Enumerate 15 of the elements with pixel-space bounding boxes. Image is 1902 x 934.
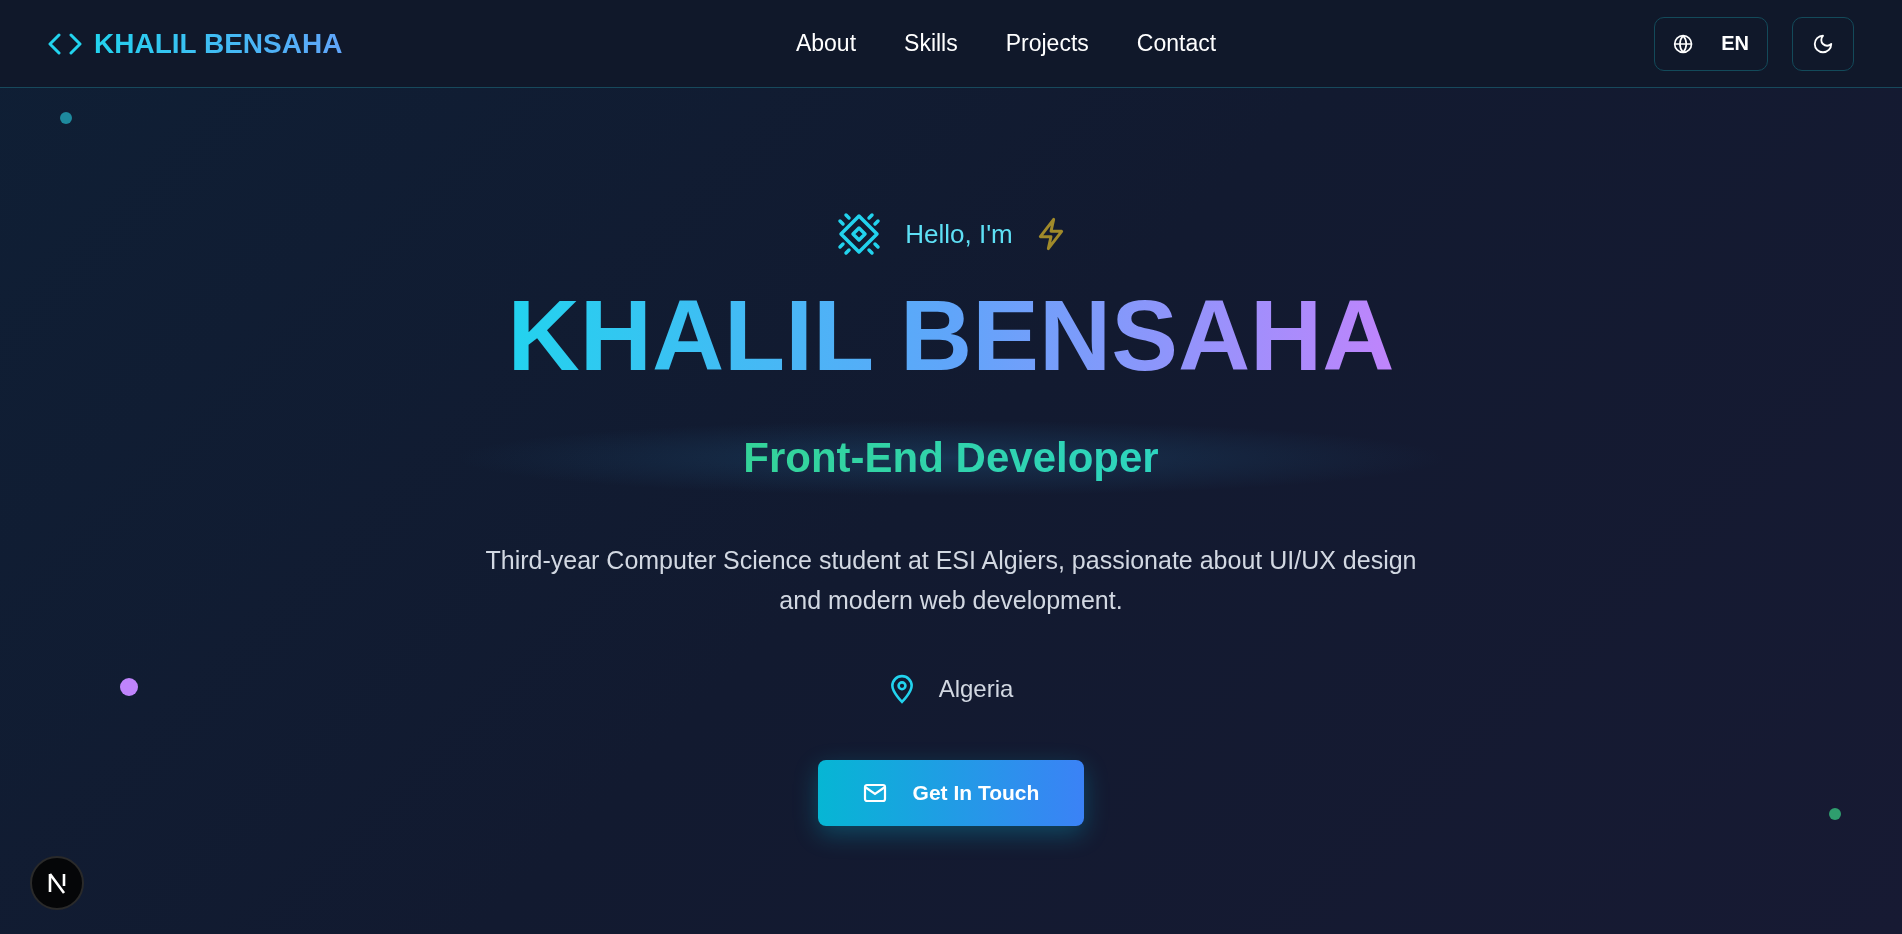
globe-icon	[1673, 32, 1694, 55]
nav-link[interactable]: Skills	[904, 30, 958, 57]
nav-link[interactable]: About	[795, 30, 857, 57]
language-button[interactable]: EN	[1654, 16, 1768, 71]
nav-link[interactable]: Projects	[1005, 30, 1089, 57]
description-text: Third-year Computer Science student at ESI Algiers, passionate about UI/UX design and modern web development.	[484, 545, 1418, 616]
mail-icon	[862, 783, 887, 803]
nav-link[interactable]: Contact	[1136, 30, 1217, 57]
location-pin-icon	[888, 674, 915, 704]
theme-toggle-button[interactable]	[1792, 16, 1854, 71]
code-icon	[48, 32, 82, 55]
moon-icon	[1812, 32, 1834, 55]
location-text: Algeria	[938, 675, 1014, 703]
greeting-text: Hello, I'm	[905, 218, 1013, 250]
dev-tools-icon[interactable]	[30, 856, 84, 910]
